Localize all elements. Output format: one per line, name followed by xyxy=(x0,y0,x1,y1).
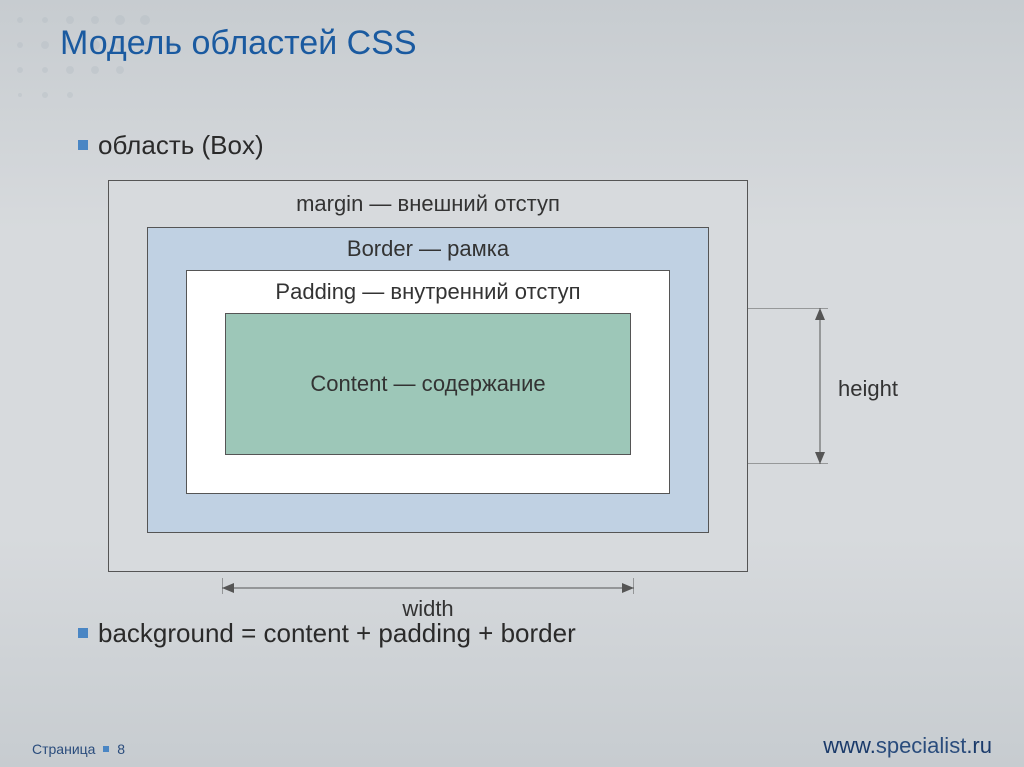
list-item: область (Box) xyxy=(78,130,264,161)
decorative-dots xyxy=(0,0,260,130)
footer-url: www.specialist.ru xyxy=(823,733,992,759)
padding-box: Padding — внутренний отступ Content — со… xyxy=(186,270,670,494)
box-model-diagram: margin — внешний отступ Border — рамка P… xyxy=(108,180,748,572)
height-dimension: height xyxy=(748,308,918,464)
list-item: background = content + padding + border xyxy=(78,618,576,649)
content-label: Content — содержание xyxy=(310,371,545,397)
padding-label: Padding — внутренний отступ xyxy=(187,279,669,305)
page-number: Страница 8 xyxy=(32,741,125,757)
page-num: 8 xyxy=(117,741,125,757)
border-label: Border — рамка xyxy=(148,236,708,262)
bullet-list: область (Box) xyxy=(78,130,264,175)
bullet-text: background = content + padding + border xyxy=(98,618,576,648)
bullet-icon xyxy=(78,628,88,638)
border-box: Border — рамка Padding — внутренний отст… xyxy=(147,227,709,533)
bullet-text: область (Box) xyxy=(98,130,264,160)
separator-icon xyxy=(103,746,109,752)
margin-label: margin — внешний отступ xyxy=(109,191,747,217)
slide-title: Модель областей CSS xyxy=(60,24,417,63)
height-label: height xyxy=(838,376,898,402)
bullet-icon xyxy=(78,140,88,150)
content-box: Content — содержание xyxy=(225,313,631,455)
page-label: Страница xyxy=(32,741,95,757)
